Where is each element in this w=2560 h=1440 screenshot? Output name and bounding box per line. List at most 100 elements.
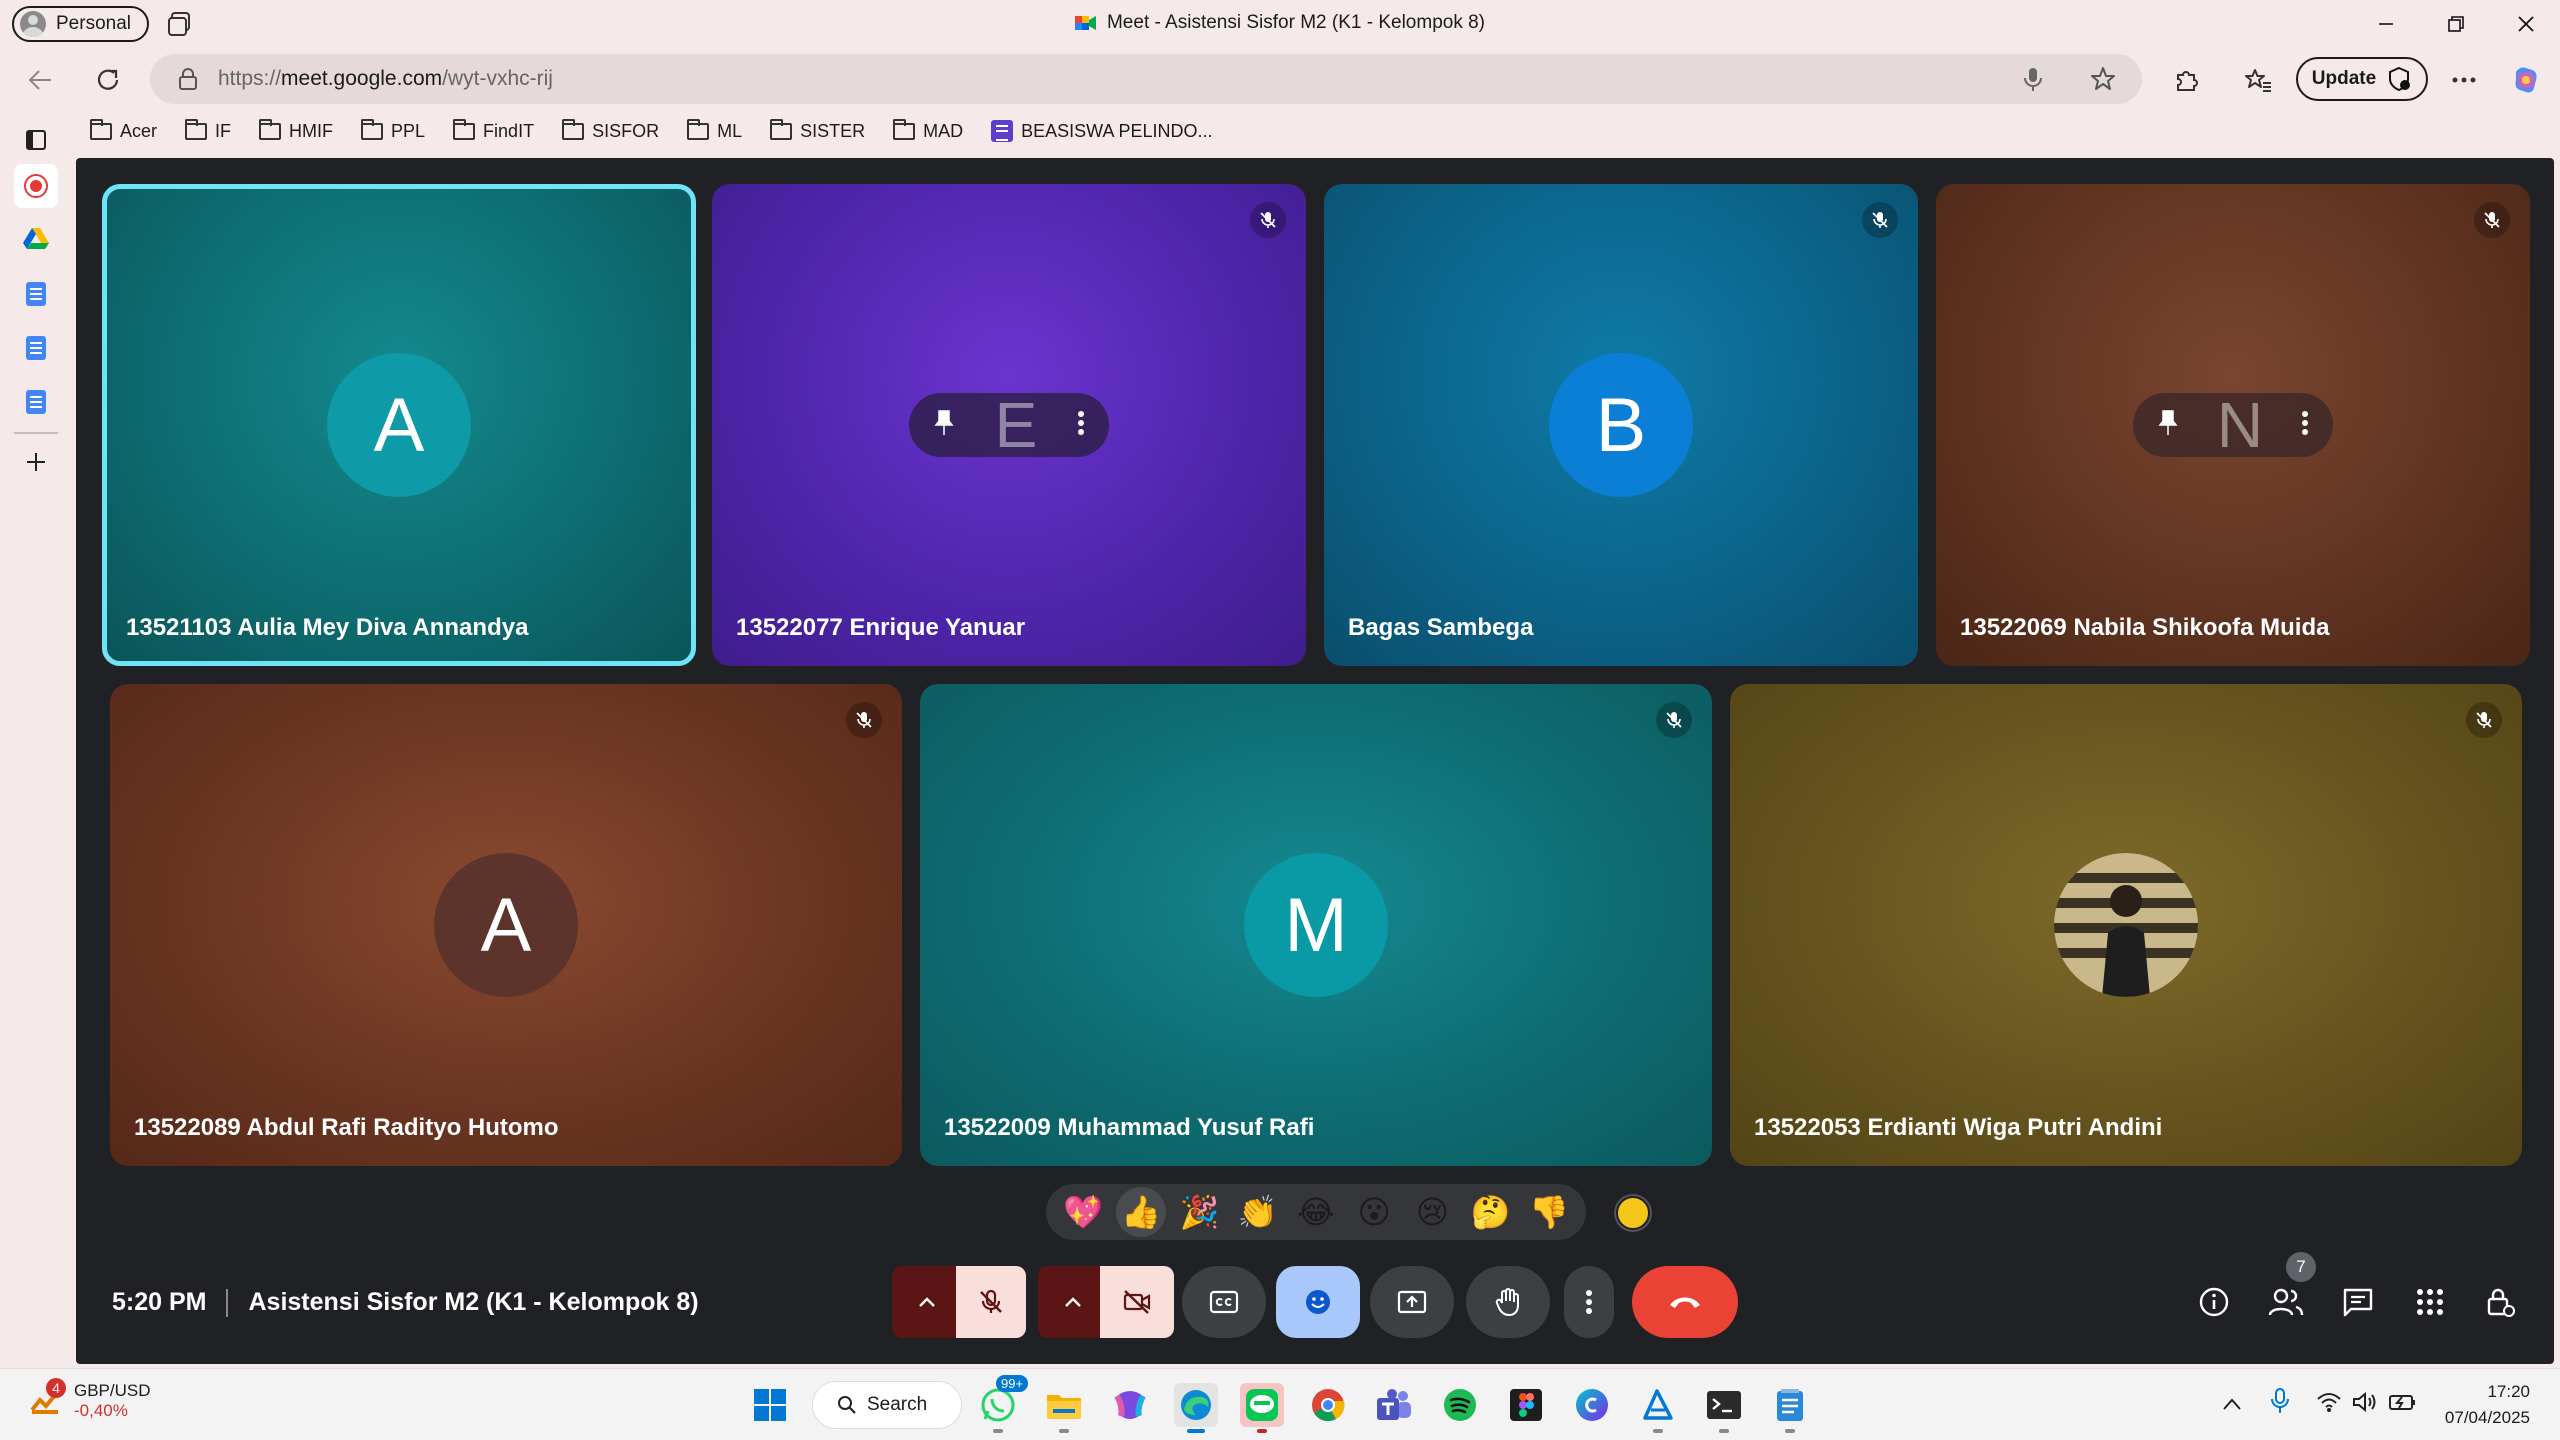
mic-toggle-button[interactable] [956, 1266, 1026, 1338]
reaction-sad[interactable]: 😢 [1407, 1187, 1457, 1237]
skin-tone-selector[interactable] [1616, 1196, 1650, 1230]
participant-avatar: B [1549, 353, 1693, 497]
activities-grid-icon[interactable] [2410, 1282, 2450, 1322]
reload-button[interactable] [90, 62, 126, 98]
microphone-icon[interactable] [2020, 66, 2046, 92]
tile-hover-menu: N [2133, 389, 2333, 461]
leave-call-button[interactable] [1632, 1266, 1738, 1338]
participant-tile[interactable]: A 13521103 Aulia Mey Diva Annandya [102, 184, 696, 666]
taskbar-search[interactable]: Search [812, 1381, 962, 1429]
whatsapp-icon[interactable]: 99+ [976, 1375, 1029, 1433]
more-vert-icon[interactable] [2301, 409, 2309, 442]
azure-data-studio-icon[interactable] [1636, 1383, 1680, 1433]
recording-tab-icon[interactable] [14, 164, 58, 208]
favorite-star-icon[interactable] [2090, 66, 2116, 92]
bookmark-ppl[interactable]: PPL [361, 118, 425, 142]
favorites-icon[interactable] [2240, 62, 2276, 98]
participant-tile[interactable]: M 13522009 Muhammad Yusuf Rafi [920, 684, 1712, 1166]
edge-browser-icon[interactable] [1174, 1383, 1218, 1433]
bookmark-beasiswa-pelindo[interactable]: BEASISWA PELINDO... [991, 120, 1213, 142]
reaction-heart[interactable]: 💖 [1058, 1187, 1108, 1237]
bookmark-if[interactable]: IF [185, 118, 231, 142]
wifi-icon[interactable] [2316, 1391, 2342, 1419]
participant-tile[interactable]: N 13522069 Nabila Shikoofa Muida [1936, 184, 2530, 666]
address-bar[interactable]: https://meet.google.com/wyt-vxhc-rij [150, 54, 2142, 104]
participant-tile[interactable]: A 13522089 Abdul Rafi Radityo Hutomo [110, 684, 902, 1166]
captions-button[interactable] [1182, 1266, 1266, 1338]
battery-icon[interactable] [2388, 1391, 2418, 1419]
window-title-text: Meet - Asistensi Sisfor M2 (K1 - Kelompo… [1106, 12, 1485, 33]
more-options-button[interactable] [1564, 1266, 1614, 1338]
bookmark-sisfor[interactable]: SISFOR [562, 118, 659, 142]
raise-hand-button[interactable] [1466, 1266, 1550, 1338]
audio-options-button[interactable] [892, 1266, 962, 1338]
terminal-icon[interactable] [1702, 1383, 1746, 1433]
teams-icon[interactable] [1372, 1383, 1416, 1427]
google-docs-icon[interactable] [18, 330, 54, 366]
reaction-thinking[interactable]: 🤔 [1466, 1187, 1516, 1237]
participant-avatar: A [434, 853, 578, 997]
tab-actions-icon[interactable] [18, 122, 54, 158]
meeting-title: Asistensi Sisfor M2 (K1 - Kelompok 8) [248, 1288, 699, 1316]
back-button[interactable] [22, 62, 58, 98]
show-hidden-icons[interactable] [2222, 1391, 2242, 1417]
participant-name: 13521103 Aulia Mey Diva Annandya [126, 614, 529, 641]
more-options-button[interactable] [2446, 62, 2482, 98]
reaction-thumbs-up[interactable]: 👍 [1116, 1187, 1167, 1237]
bookmark-findit[interactable]: FindIT [453, 118, 534, 142]
participant-name: 13522069 Nabila Shikoofa Muida [1960, 614, 2330, 641]
pin-icon[interactable] [933, 409, 955, 442]
microsoft-365-icon[interactable] [1108, 1383, 1152, 1427]
reaction-party[interactable]: 🎉 [1175, 1187, 1225, 1237]
notification-badge: 4 [46, 1378, 66, 1398]
host-controls-lock-icon[interactable] [2480, 1282, 2520, 1322]
participant-photo [2054, 853, 2198, 997]
present-screen-button[interactable] [1370, 1266, 1454, 1338]
start-windows-icon[interactable] [748, 1383, 792, 1427]
bookmark-ml[interactable]: ML [687, 118, 742, 142]
video-options-button[interactable] [1038, 1266, 1108, 1338]
camera-toggle-button[interactable] [1100, 1266, 1174, 1338]
reaction-clap[interactable]: 👏 [1233, 1187, 1283, 1237]
canva-icon[interactable] [1570, 1383, 1614, 1427]
bookmark-sister[interactable]: SISTER [770, 118, 865, 142]
bookmark-mad[interactable]: MAD [893, 118, 963, 142]
participant-name: 13522053 Erdianti Wiga Putri Andini [1754, 1114, 2163, 1141]
update-button[interactable]: Update [2296, 57, 2428, 101]
add-tab-icon[interactable] [18, 444, 54, 480]
google-docs-icon[interactable] [18, 384, 54, 420]
bookmark-acer[interactable]: Acer [90, 118, 157, 142]
copilot-icon[interactable] [2508, 62, 2544, 98]
reaction-laugh[interactable]: 😂 [1291, 1187, 1341, 1237]
participant-tile[interactable]: B Bagas Sambega [1324, 184, 1918, 666]
notepad-icon[interactable] [1768, 1383, 1812, 1433]
chat-icon[interactable] [2338, 1282, 2378, 1322]
figma-icon[interactable] [1504, 1383, 1548, 1427]
window-title: Meet - Asistensi Sisfor M2 (K1 - Kelompo… [0, 12, 2560, 34]
file-explorer-icon[interactable] [1042, 1383, 1086, 1433]
lock-icon[interactable] [178, 67, 198, 91]
participant-tile[interactable]: 13522053 Erdianti Wiga Putri Andini [1730, 684, 2522, 1166]
reaction-thumbs-down[interactable]: 👎 [1524, 1187, 1574, 1237]
people-icon[interactable] [2266, 1282, 2306, 1322]
volume-icon[interactable] [2352, 1391, 2378, 1419]
more-vert-icon[interactable] [1077, 409, 1085, 442]
google-drive-icon[interactable] [18, 220, 54, 256]
emoji-reactions-button[interactable] [1276, 1266, 1360, 1338]
spotify-icon[interactable] [1438, 1383, 1482, 1427]
line-app-icon[interactable] [1240, 1383, 1284, 1433]
restore-button[interactable] [2430, 8, 2482, 40]
clock-date[interactable]: 17:20 07/04/2025 [2430, 1379, 2530, 1431]
reaction-surprised[interactable]: 😮 [1349, 1187, 1399, 1237]
microphone-tray-icon[interactable] [2270, 1387, 2290, 1421]
participant-tile[interactable]: E 13522077 Enrique Yanuar [712, 184, 1306, 666]
bookmark-hmif[interactable]: HMIF [259, 118, 333, 142]
pin-icon[interactable] [2157, 409, 2179, 442]
extensions-icon[interactable] [2168, 62, 2204, 98]
meeting-details-icon[interactable] [2194, 1282, 2234, 1322]
close-window-button[interactable] [2500, 8, 2552, 40]
minimize-button[interactable] [2360, 8, 2412, 40]
chrome-icon[interactable] [1306, 1383, 1350, 1427]
stock-widget[interactable]: 4 GBP/USD -0,40% [28, 1378, 151, 1421]
google-docs-icon[interactable] [18, 276, 54, 312]
